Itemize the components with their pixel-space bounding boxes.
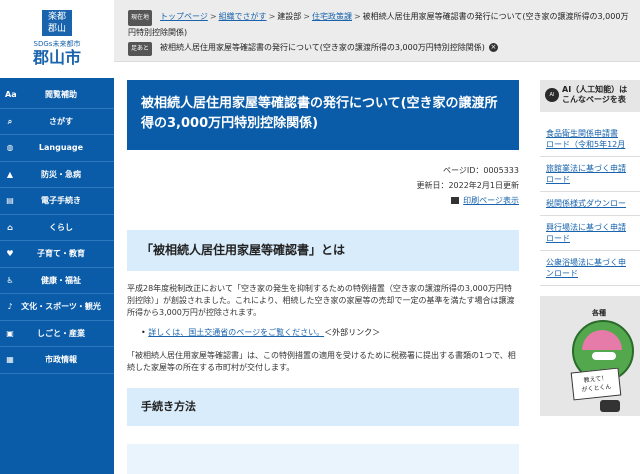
nav-item-label: Language <box>38 143 84 153</box>
page-meta: ページID：0005333 更新日：2022年2月1日更新 印刷ページ表示 <box>127 163 519 208</box>
recommended-link[interactable]: 税関係様式ダウンロー <box>540 192 640 216</box>
nav-item-health[interactable]: ♿ 健康・福祉 <box>0 268 114 294</box>
main-content: 被相続人居住用家屋等確認書の発行について(空き家の譲渡所得の3,000万円特別控… <box>127 80 519 474</box>
nav-item-reading-assist[interactable]: Aa 閲覧補助 <box>0 82 114 109</box>
footprint-badge: 足あと <box>128 42 153 56</box>
section-heading-definition: 「被相続人居住用家屋等確認書」とは <box>127 230 519 271</box>
building-icon: ▦ <box>6 355 14 364</box>
current-location-badge: 現在地 <box>128 10 153 26</box>
document-icon: ▤ <box>6 196 14 205</box>
nav-item-label: 文化・スポーツ・観光 <box>21 302 101 312</box>
ai-recommendation-header: AI AI（人工知能）は こんなページを表 <box>540 80 640 112</box>
recommended-link[interactable]: 興行場法に基づく申請 ロード <box>540 216 640 251</box>
nav-item-disaster[interactable]: ▲ 防災・急病 <box>0 162 114 188</box>
nav-item-language[interactable]: ◍ Language <box>0 135 114 162</box>
print-page-link[interactable]: 印刷ページ表示 <box>463 196 519 205</box>
mascot-panel: 各種 <box>540 296 640 416</box>
nav-item-label: 健康・福祉 <box>41 275 81 285</box>
section-heading-procedure: 手続き方法 <box>127 388 519 426</box>
external-link-suffix: ＜外部リンク＞ <box>324 328 381 337</box>
breadcrumb-link-top[interactable]: トップページ <box>160 12 208 21</box>
breadcrumb-separator: > <box>303 12 310 21</box>
nav-item-label: 市政情報 <box>45 355 77 365</box>
briefcase-icon: ▣ <box>6 328 14 338</box>
paragraph-intro: 平成28年度税制改正において「空き家の発生を抑制するための特例措置（空き家の譲渡… <box>127 284 515 317</box>
accessibility-icon: ♿ <box>6 275 14 285</box>
nav-item-label: 子育て・教育 <box>37 249 85 259</box>
search-icon: ⌕ <box>7 116 13 126</box>
breadcrumb-separator: > <box>353 12 361 21</box>
nav-item-culture[interactable]: ♪ 文化・スポーツ・観光 <box>0 294 114 321</box>
global-nav: Aa 閲覧補助 ⌕ さがす ◍ Language ▲ 防災・急病 ▤ 電子手続き ⌂ くらし… <box>0 82 114 374</box>
page-title: 被相続人居住用家屋等確認書の発行について(空き家の譲渡所得の3,000万円特別控… <box>127 80 519 150</box>
breadcrumb-separator: > <box>268 12 276 21</box>
ai-icon: AI <box>545 88 559 102</box>
logo-mark: 楽都 郡山 <box>42 10 72 36</box>
subsection-heading-placeholder <box>127 444 519 474</box>
nav-item-childcare[interactable]: ♥ 子育て・教育 <box>0 241 114 268</box>
breadcrumb-separator: > <box>209 12 217 21</box>
close-icon[interactable]: × <box>488 43 498 52</box>
font-size-icon: Aa <box>5 90 17 99</box>
house-icon: ⌂ <box>7 222 13 232</box>
breadcrumb-bar: 現在地 トップページ > 組織でさがす > 建設部 > 住宅政策課 > 被相続人居住用家屋等確認書… <box>114 0 640 62</box>
nav-item-label: くらし <box>49 222 73 232</box>
mlit-external-link[interactable]: 詳しくは、国土交通省のページをご覧ください。 <box>148 328 324 337</box>
nav-item-search[interactable]: ⌕ さがす <box>0 109 114 135</box>
globe-icon: ◍ <box>6 143 14 152</box>
mascot-panel-heading: 各種 <box>592 309 606 317</box>
footprint-link[interactable]: 被相続人居住用家屋等確認書の発行について(空き家の譲渡所得の3,000万円特別控… <box>160 43 485 52</box>
heart-icon: ♥ <box>6 249 14 258</box>
page-id: ページID：0005333 <box>443 166 519 175</box>
breadcrumb-link-org[interactable]: 組織でさがす <box>219 12 267 21</box>
paragraph-certificate: 「被相続人居住用家屋等確認書」は、この特例措置の適用を受けるために税務署に提出す… <box>127 351 516 372</box>
breadcrumb-text-dept: 建設部 <box>277 12 302 21</box>
recommended-link[interactable]: 旅館業法に基づく申請 ロード <box>540 157 640 192</box>
nav-item-living[interactable]: ⌂ くらし <box>0 215 114 241</box>
print-row: 印刷ページ表示 <box>127 193 519 208</box>
nav-item-e-procedures[interactable]: ▤ 電子手続き <box>0 188 114 215</box>
nav-item-label: 電子手続き <box>41 196 81 206</box>
nav-item-city-info[interactable]: ▦ 市政情報 <box>0 347 114 374</box>
ai-recommendation-text: AI（人工知能）は こんなページを表 <box>562 85 628 104</box>
nav-item-business[interactable]: ▣ しごと・産業 <box>0 321 114 347</box>
printer-icon <box>451 197 460 204</box>
site-logo[interactable]: 楽都 郡山 SDGs未来都市 郡山市 <box>0 0 114 78</box>
footprint-row: 足あと 被相続人居住用家屋等確認書の発行について(空き家の譲渡所得の3,000万円… <box>128 42 498 56</box>
right-column: AI AI（人工知能）は こんなページを表 食品衛生関係申請書 ロード（令和5年… <box>540 80 640 474</box>
recommended-link[interactable]: 食品衛生関係申請書 ロード（令和5年12月 <box>540 122 640 157</box>
nav-item-label: 閲覧補助 <box>45 90 77 100</box>
breadcrumb: 現在地 トップページ > 組織でさがす > 建設部 > 住宅政策課 > 被相続人居住用家屋等確認書… <box>128 10 636 40</box>
sidebar: 楽都 郡山 SDGs未来都市 郡山市 Aa 閲覧補助 ⌕ さがす ◍ Language… <box>0 0 114 474</box>
breadcrumb-link-section[interactable]: 住宅政策課 <box>312 12 352 21</box>
recommended-link[interactable]: 公衆浴場法に基づく申 ンロード <box>540 251 640 286</box>
updated-date: 更新日：2022年2月1日更新 <box>416 181 519 190</box>
logo-city-name: 郡山市 <box>32 48 81 67</box>
nav-item-label: 防災・急病 <box>41 169 81 179</box>
nav-item-label: さがす <box>49 116 73 126</box>
external-link-row: • 詳しくは、国土交通省のページをご覧ください。＜外部リンク＞ <box>141 328 381 337</box>
recommended-links: 食品衛生関係申請書 ロード（令和5年12月 旅館業法に基づく申請 ロード 税関係… <box>540 122 640 286</box>
nav-item-label: しごと・産業 <box>37 328 85 338</box>
music-note-icon: ♪ <box>7 302 13 311</box>
warning-icon: ▲ <box>6 169 14 179</box>
